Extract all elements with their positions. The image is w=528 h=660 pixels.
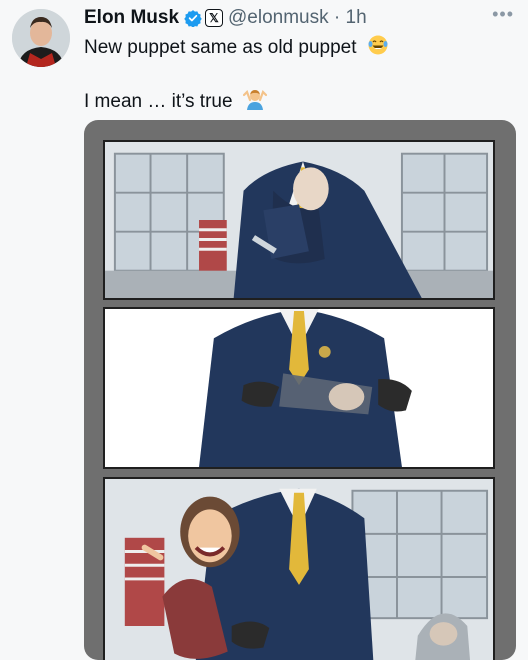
panel-2-illustration xyxy=(105,309,493,467)
tweet-text-line-1: New puppet same as old puppet xyxy=(84,34,389,59)
tweet-text-1: New puppet same as old puppet xyxy=(84,37,357,58)
comic-panel-1 xyxy=(103,140,495,300)
tweet-text-line-2: I mean … it’s true xyxy=(84,86,267,113)
avatar-image xyxy=(12,9,70,67)
panel-3-illustration xyxy=(105,479,493,660)
person-shrugging-icon xyxy=(242,90,267,110)
avatar[interactable] xyxy=(12,9,70,67)
display-name[interactable]: Elon Musk xyxy=(84,7,179,29)
face-with-tears-of-joy-icon xyxy=(368,35,388,55)
comic-panel-2 xyxy=(103,307,495,469)
handle-and-time[interactable]: @elonmusk · 1h xyxy=(228,7,367,29)
panel-1-illustration xyxy=(105,142,493,298)
x-logo-icon: 𝕏 xyxy=(205,9,224,27)
comic-panel-3 xyxy=(103,477,495,660)
verified-badge-icon xyxy=(184,10,202,27)
tweet-header: Elon Musk 𝕏 @elonmusk · 1h xyxy=(84,6,367,30)
more-options-icon[interactable]: ••• xyxy=(492,4,514,25)
tweet-image[interactable] xyxy=(84,120,516,660)
tweet-text-2: I mean … it’s true xyxy=(84,91,233,112)
